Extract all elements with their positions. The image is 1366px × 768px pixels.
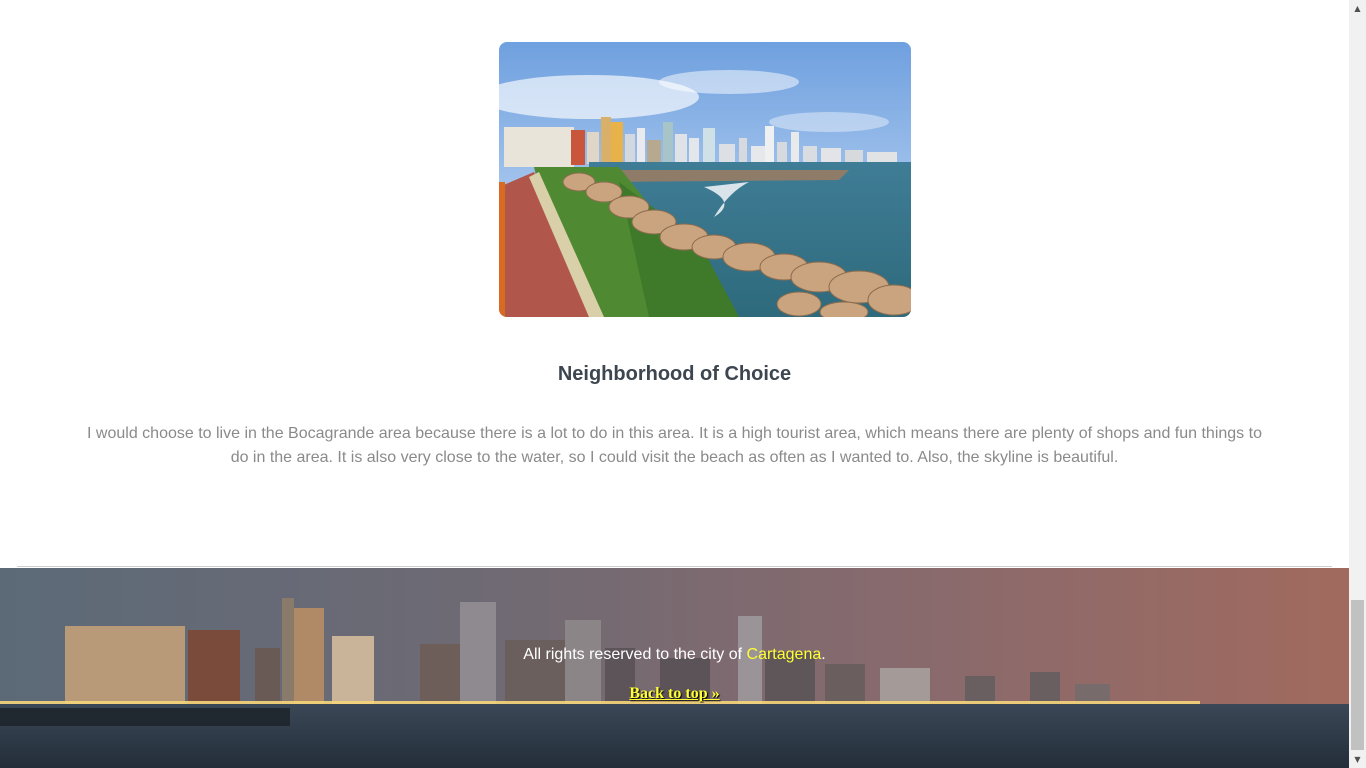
scroll-down-arrow-icon[interactable]: ▼	[1349, 751, 1366, 768]
divider	[17, 566, 1332, 567]
scrollbar-thumb[interactable]	[1351, 600, 1364, 750]
scroll-up-arrow-icon[interactable]: ▲	[1349, 0, 1366, 17]
bocagrande-photo	[499, 42, 911, 317]
cartagena-link[interactable]: Cartagena	[747, 646, 822, 663]
back-to-top-container: Back to top »	[0, 685, 1349, 703]
back-to-top-link[interactable]: Back to top »	[629, 685, 719, 702]
footer: All rights reserved to the city of Carta…	[0, 568, 1349, 768]
section-body: I would choose to live in the Bocagrande…	[87, 425, 1262, 466]
section-title: Neighborhood of Choice	[557, 363, 792, 385]
rights-label: All rights reserved to the city of	[523, 646, 743, 663]
vertical-scrollbar[interactable]: ▲ ▼	[1349, 0, 1366, 768]
footer-rights-text: All rights reserved to the city of Carta…	[0, 646, 1349, 664]
footer-skyline-background	[0, 568, 1349, 768]
page: Neighborhood of Choice I would choose to…	[0, 0, 1349, 768]
rights-end: .	[821, 646, 826, 663]
